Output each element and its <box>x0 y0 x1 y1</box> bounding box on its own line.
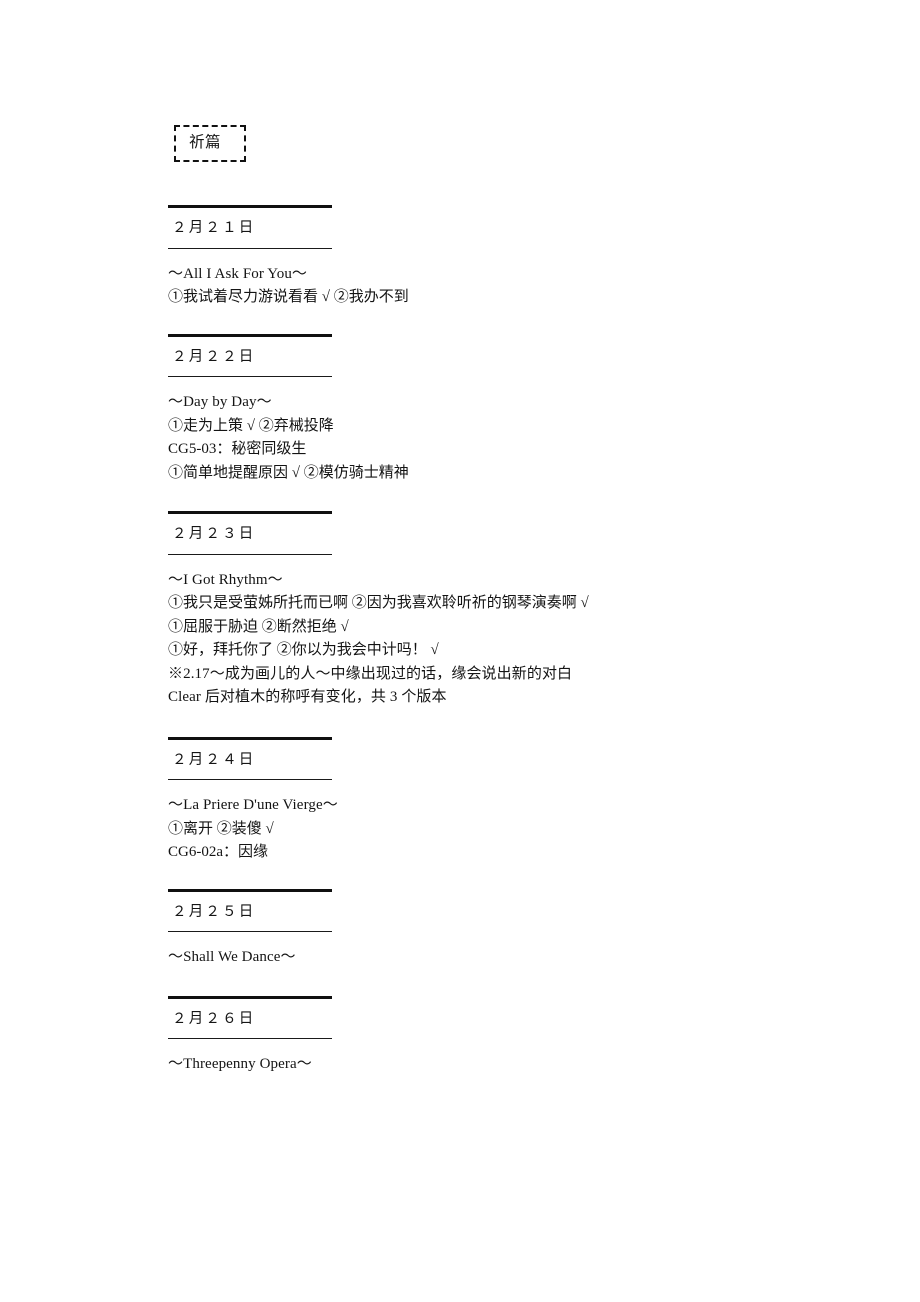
choice-line: ①屈服于胁迫 ②断然拒绝 √ <box>168 618 349 635</box>
song-line: 〜La Priere D'une Vierge〜 <box>168 797 338 813</box>
choice-line: ①简单地提醒原因 √ ②模仿骑士精神 <box>168 464 409 481</box>
song-line: 〜I Got Rhythm〜 <box>168 571 283 588</box>
document-page: 祈篇 ２月２１日〜All I Ask For You〜 ①我试着尽力游说看看 √ … <box>0 0 920 1302</box>
section-content: 〜I Got Rhythm〜 ①我只是受萤姊所托而已啊 ②因为我喜欢聆听祈的钢琴演… <box>168 555 868 710</box>
choice-line: ①走为上策 √ ②弃械投降 <box>168 417 334 434</box>
date-section: ２月２２日〜Day by Day〜 ①走为上策 √ ②弃械投降 CG5-03：秘密同… <box>168 333 868 486</box>
song-line: 〜Threepenny Opera〜 <box>168 1056 312 1072</box>
date-section: ２月２５日〜Shall We Dance〜 <box>168 888 868 970</box>
date-section: ２月２１日〜All I Ask For You〜 ①我试着尽力游说看看 √ ②我办… <box>168 205 868 310</box>
date-section: ２月２６日〜Threepenny Opera〜 <box>168 995 868 1077</box>
choice-line: ①好，拜托你了 ②你以为我会中计吗！ √ <box>168 642 439 658</box>
song-line: 〜All I Ask For You〜 <box>168 265 308 282</box>
date-heading: ２月２６日 <box>172 1010 256 1027</box>
song-line: 〜Day by Day〜 <box>168 394 272 410</box>
date-heading: ２月２５日 <box>172 903 256 920</box>
title-text: 祈篇 <box>189 134 222 151</box>
section-content: 〜Threepenny Opera〜 <box>168 1039 868 1077</box>
date-section: ２月２４日〜La Priere D'une Vierge〜 ①离开 ②装傻 √ CG… <box>168 736 868 865</box>
song-line: 〜Shall We Dance〜 <box>168 949 296 965</box>
choice-line: ①离开 ②装傻 √ <box>168 820 274 837</box>
section-content: 〜All I Ask For You〜 ①我试着尽力游说看看 √ ②我办不到 <box>168 249 868 310</box>
choice-line: ①我试着尽力游说看看 √ ②我办不到 <box>168 289 409 305</box>
date-heading: ２月２１日 <box>172 220 256 236</box>
date-section: ２月２３日〜I Got Rhythm〜 ①我只是受萤姊所托而已啊 ②因为我喜欢聆听… <box>168 511 868 710</box>
section-content: 〜Shall We Dance〜 <box>168 932 868 970</box>
section-content: 〜Day by Day〜 ①走为上策 √ ②弃械投降 CG5-03：秘密同级生 ①简单… <box>168 377 868 485</box>
note-line: ※2.17〜成为画儿的人〜中缘出现过的话，缘会说出新的对白 <box>168 665 573 682</box>
cg-line: CG6-02a：因缘 <box>168 844 268 860</box>
choice-line: ①我只是受萤姊所托而已啊 ②因为我喜欢聆听祈的钢琴演奏啊 √ <box>168 595 589 611</box>
section-content: 〜La Priere D'une Vierge〜 ①离开 ②装傻 √ CG6-02a… <box>168 780 868 865</box>
cg-line: CG5-03：秘密同级生 <box>168 441 307 457</box>
document-body: ２月２１日〜All I Ask For You〜 ①我试着尽力游说看看 √ ②我办… <box>168 205 868 1104</box>
date-heading: ２月２４日 <box>172 751 256 768</box>
date-heading: ２月２２日 <box>172 348 256 365</box>
date-heading: ２月２３日 <box>172 526 256 542</box>
note-line: Clear 后对植木的称呼有变化，共 3 个版本 <box>168 689 447 705</box>
section-title-badge: 祈篇 <box>174 125 246 162</box>
title-frame: 祈篇 <box>174 125 246 162</box>
